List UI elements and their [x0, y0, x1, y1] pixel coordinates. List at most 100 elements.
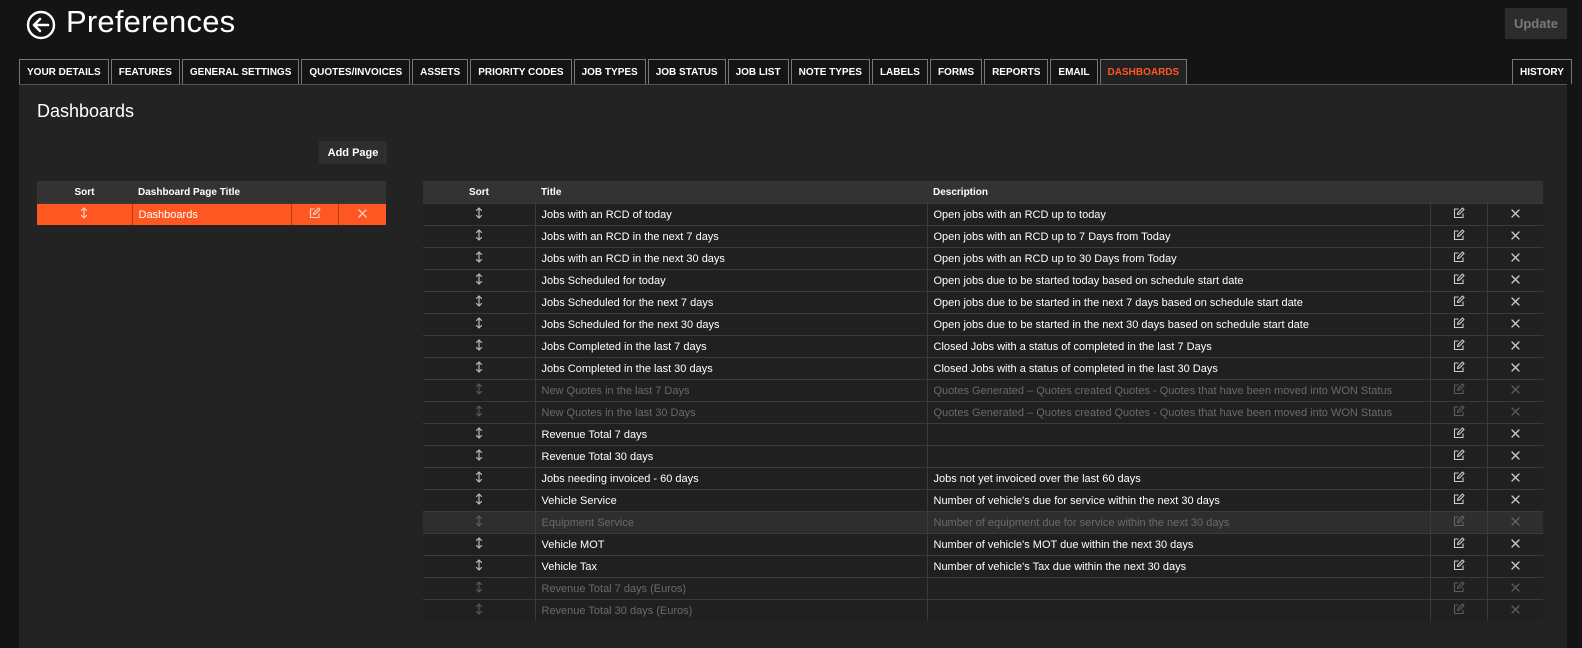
tab-features[interactable]: FEATURES	[110, 59, 180, 84]
edit-icon[interactable]	[1453, 361, 1465, 376]
page-title-cell[interactable]: Dashboards	[131, 203, 291, 225]
edit-icon[interactable]	[1453, 471, 1465, 486]
edit-icon[interactable]	[1453, 251, 1465, 266]
tab-reports[interactable]: REPORTS	[984, 59, 1049, 84]
sort-icon[interactable]	[475, 273, 483, 288]
sort-icon[interactable]	[475, 603, 483, 618]
tab-labels[interactable]: LABELS	[871, 59, 928, 84]
edit-icon[interactable]	[1453, 603, 1465, 618]
close-icon[interactable]	[1511, 604, 1520, 617]
edit-icon[interactable]	[1453, 493, 1465, 508]
sort-icon[interactable]	[475, 537, 483, 552]
close-icon[interactable]	[1511, 252, 1520, 265]
table-row[interactable]: Vehicle Tax Number of vehicle's Tax due w…	[423, 555, 1543, 578]
sort-icon[interactable]	[475, 383, 483, 398]
sort-icon[interactable]	[475, 581, 483, 596]
sort-icon[interactable]	[475, 317, 483, 332]
close-icon[interactable]	[1511, 516, 1520, 529]
close-icon[interactable]	[1511, 318, 1520, 331]
close-icon[interactable]	[1511, 208, 1520, 221]
tab-note-types[interactable]: NOTE TYPES	[790, 59, 870, 84]
edit-icon[interactable]	[1453, 449, 1465, 464]
sort-icon[interactable]	[475, 493, 483, 508]
sort-icon[interactable]	[475, 471, 483, 486]
close-icon[interactable]	[1511, 362, 1520, 375]
sort-icon[interactable]	[475, 405, 483, 420]
table-row[interactable]: Vehicle MOT Number of vehicle's MOT due w…	[423, 533, 1543, 556]
table-row[interactable]: Dashboards	[37, 203, 386, 225]
table-row[interactable]: Revenue Total 7 days	[423, 423, 1543, 446]
edit-icon[interactable]	[1453, 537, 1465, 552]
back-arrow-icon[interactable]	[26, 10, 56, 40]
table-row[interactable]: Jobs Scheduled for the next 7 days Open j…	[423, 291, 1543, 314]
edit-icon[interactable]	[1453, 405, 1465, 420]
sort-icon[interactable]	[475, 427, 483, 442]
edit-icon[interactable]	[1453, 207, 1465, 222]
table-row[interactable]: Jobs needing invoiced - 60 days Jobs not …	[423, 467, 1543, 490]
sort-icon[interactable]	[475, 207, 483, 222]
close-icon[interactable]	[1511, 450, 1520, 463]
close-icon[interactable]	[1511, 296, 1520, 309]
edit-icon[interactable]	[1453, 273, 1465, 288]
tab-history[interactable]: HISTORY	[1512, 59, 1572, 84]
table-row[interactable]: Jobs Completed in the last 7 days Closed …	[423, 335, 1543, 358]
tab-job-status[interactable]: JOB STATUS	[647, 59, 726, 84]
edit-icon[interactable]	[1453, 229, 1465, 244]
tab-your-details[interactable]: YOUR DETAILS	[19, 59, 109, 84]
sort-icon[interactable]	[475, 559, 483, 574]
table-row[interactable]: Jobs Scheduled for the next 30 days Open …	[423, 313, 1543, 336]
add-page-button[interactable]: Add Page	[319, 141, 387, 164]
sort-icon[interactable]	[475, 339, 483, 354]
tab-general-settings[interactable]: GENERAL SETTINGS	[181, 59, 300, 84]
tab-priority-codes[interactable]: PRIORITY CODES	[470, 59, 572, 84]
edit-icon[interactable]	[1453, 427, 1465, 442]
table-row[interactable]: Vehicle Service Number of vehicle's due f…	[423, 489, 1543, 512]
close-icon[interactable]	[1511, 582, 1520, 595]
table-row[interactable]: Revenue Total 30 days (Euros)	[423, 599, 1543, 621]
edit-icon[interactable]	[1453, 515, 1465, 530]
edit-icon[interactable]	[1453, 339, 1465, 354]
sort-icon[interactable]	[475, 449, 483, 464]
close-icon[interactable]	[1511, 230, 1520, 243]
tab-job-list[interactable]: JOB LIST	[727, 59, 789, 84]
edit-icon[interactable]	[1453, 317, 1465, 332]
tab-email[interactable]: EMAIL	[1050, 59, 1098, 84]
close-icon[interactable]	[1511, 560, 1520, 573]
sort-icon[interactable]	[475, 229, 483, 244]
close-icon[interactable]	[358, 208, 367, 221]
sort-icon[interactable]	[80, 207, 88, 222]
edit-icon[interactable]	[1453, 581, 1465, 596]
edit-icon[interactable]	[1453, 295, 1465, 310]
table-row[interactable]: New Quotes in the last 7 Days Quotes Gene…	[423, 379, 1543, 402]
table-row[interactable]: Jobs with an RCD of today Open jobs with …	[423, 203, 1543, 226]
tab-assets[interactable]: ASSETS	[412, 59, 469, 84]
edit-icon[interactable]	[1453, 559, 1465, 574]
table-row[interactable]: Jobs with an RCD in the next 7 days Open …	[423, 225, 1543, 248]
edit-icon[interactable]	[1453, 383, 1465, 398]
table-row[interactable]: Revenue Total 30 days	[423, 445, 1543, 468]
edit-icon[interactable]	[309, 207, 321, 222]
close-icon[interactable]	[1511, 494, 1520, 507]
close-icon[interactable]	[1511, 274, 1520, 287]
tab-quotes-invoices[interactable]: QUOTES/INVOICES	[301, 59, 411, 84]
table-row[interactable]: Revenue Total 7 days (Euros)	[423, 577, 1543, 600]
tab-job-types[interactable]: JOB TYPES	[573, 59, 646, 84]
close-icon[interactable]	[1511, 472, 1520, 485]
sort-icon[interactable]	[475, 515, 483, 530]
close-icon[interactable]	[1511, 384, 1520, 397]
sort-icon[interactable]	[475, 361, 483, 376]
tab-dashboards[interactable]: DASHBOARDS	[1099, 59, 1188, 84]
table-row[interactable]: New Quotes in the last 30 Days Quotes Gen…	[423, 401, 1543, 424]
table-row[interactable]: Equipment Service Number of equipment due…	[423, 511, 1543, 534]
update-button[interactable]: Update	[1505, 8, 1567, 39]
table-row[interactable]: Jobs with an RCD in the next 30 days Open…	[423, 247, 1543, 270]
sort-icon[interactable]	[475, 295, 483, 310]
tab-forms[interactable]: FORMS	[929, 59, 983, 84]
table-row[interactable]: Jobs Scheduled for today Open jobs due to…	[423, 269, 1543, 292]
table-row[interactable]: Jobs Completed in the last 30 days Closed…	[423, 357, 1543, 380]
close-icon[interactable]	[1511, 428, 1520, 441]
close-icon[interactable]	[1511, 406, 1520, 419]
close-icon[interactable]	[1511, 538, 1520, 551]
close-icon[interactable]	[1511, 340, 1520, 353]
sort-icon[interactable]	[475, 251, 483, 266]
